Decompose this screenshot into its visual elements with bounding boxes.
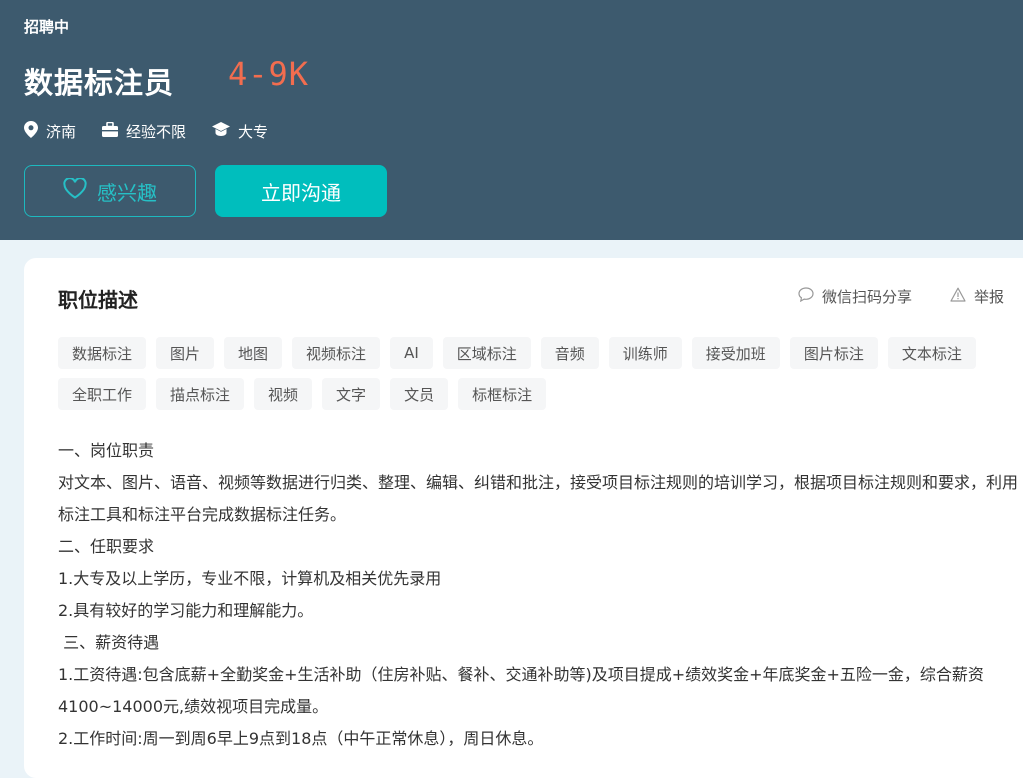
interest-button[interactable]: 感兴趣 (24, 165, 196, 217)
tag[interactable]: 接受加班 (691, 337, 780, 369)
tag-row-2: 全职工作 描点标注 视频 文字 文员 标框标注 (58, 378, 556, 410)
job-title: 数据标注员 (24, 66, 175, 100)
description-line: 对文本、图片、语音、视频等数据进行归类、整理、编辑、纠错和批注，接受项目标注规则… (58, 473, 1019, 524)
job-header: 招聘中 数据标注员 4-9K 济南 经验不限 大专 感兴趣 立即沟通 (0, 0, 1023, 240)
report-link[interactable]: 举报 (950, 286, 1004, 307)
salary-range: 4-9K (228, 55, 310, 93)
description-line: 2.具有较好的学习能力和理解能力。 (58, 601, 314, 620)
tag[interactable]: 音频 (540, 337, 599, 369)
description-line: 一、岗位职责 (58, 441, 155, 460)
tag[interactable]: 地图 (224, 337, 283, 369)
tag[interactable]: AI (390, 337, 433, 369)
experience-text: 经验不限 (126, 122, 187, 141)
report-label: 举报 (974, 288, 1005, 306)
tag[interactable]: 图片 (156, 337, 215, 369)
tag[interactable]: 区域标注 (442, 337, 531, 369)
tag[interactable]: 文员 (390, 378, 449, 410)
warning-icon (950, 287, 974, 306)
job-description-text: 一、岗位职责 对文本、图片、语音、视频等数据进行归类、整理、编辑、纠错和批注，接… (58, 435, 1018, 755)
wechat-share-link[interactable]: 微信扫码分享 (798, 286, 912, 307)
tag[interactable]: 视频 (254, 378, 313, 410)
description-line: 二、任职要求 (58, 537, 155, 556)
chat-bubble-icon (798, 287, 822, 306)
interest-label: 感兴趣 (97, 180, 157, 205)
tag[interactable]: 文字 (322, 378, 381, 410)
job-meta: 济南 经验不限 大专 (24, 119, 294, 143)
experience-meta: 经验不限 (102, 121, 186, 142)
location-meta: 济南 (24, 120, 77, 142)
tag[interactable]: 数据标注 (58, 337, 147, 369)
location-text: 济南 (46, 122, 77, 141)
tag[interactable]: 文本标注 (887, 337, 976, 369)
job-status: 招聘中 (24, 18, 70, 36)
tag[interactable]: 标框标注 (458, 378, 547, 410)
tag[interactable]: 视频标注 (292, 337, 381, 369)
tag-row-1: 数据标注 图片 地图 视频标注 AI 区域标注 音频 训练师 接受加班 图片标注… (58, 337, 986, 369)
education-meta: 大专 (212, 121, 268, 142)
graduation-cap-icon (212, 121, 238, 141)
share-label: 微信扫码分享 (822, 288, 913, 306)
description-line: 2.工作时间:周一到周6早上9点到18点（中午正常休息），周日休息。 (58, 729, 544, 748)
location-pin-icon (24, 120, 46, 142)
tag[interactable]: 描点标注 (156, 378, 245, 410)
chat-now-button[interactable]: 立即沟通 (215, 165, 387, 217)
job-description-card: 职位描述 微信扫码分享 举报 数据标注 图片 地图 视频标注 AI 区域标注 音… (24, 258, 1023, 778)
section-title: 职位描述 (58, 288, 138, 312)
description-line: 1.工资待遇:包含底薪+全勤奖金+生活补助（住房补贴、餐补、交通补助等)及项目提… (58, 665, 984, 716)
tag[interactable]: 图片标注 (789, 337, 878, 369)
briefcase-icon (102, 121, 126, 141)
description-line: 三、薪资待遇 (58, 633, 160, 652)
heart-icon (63, 177, 97, 204)
tag[interactable]: 训练师 (608, 337, 682, 369)
tag[interactable]: 全职工作 (58, 378, 147, 410)
education-text: 大专 (238, 122, 269, 141)
description-line: 1.大专及以上学历，专业不限，计算机及相关优先录用 (58, 569, 442, 588)
